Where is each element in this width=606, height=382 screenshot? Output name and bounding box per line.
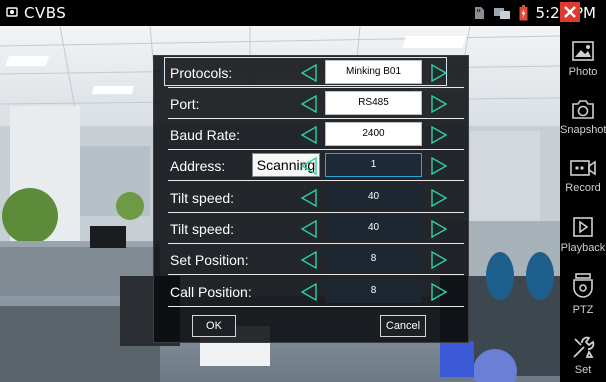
sidebar-label-ptz: PTZ [572, 304, 594, 316]
cvbs-icon [6, 7, 18, 17]
tools-icon [573, 336, 595, 358]
sidebar-label-record: Record [565, 182, 601, 194]
row-baud-rate: Baud Rate: 2400 [168, 120, 464, 150]
arrow-right-icon[interactable] [430, 95, 448, 113]
row-divider [168, 180, 464, 181]
status-bar: CVBS 5:24 PM [0, 0, 606, 26]
sidebar-label-photo: Photo [568, 66, 598, 78]
protocols-label: Protocols: [170, 65, 233, 81]
arrow-right-icon[interactable] [430, 64, 448, 82]
row-tilt-speed-2: Tilt speed: 40 [168, 214, 464, 244]
sidebar-label-playback: Playback [560, 242, 606, 254]
photo-icon [572, 41, 594, 61]
battery-icon [519, 5, 528, 21]
playback-icon [573, 217, 593, 237]
sidebar-item-playback[interactable]: Playback [560, 214, 606, 254]
arrow-right-icon[interactable] [430, 157, 448, 175]
call-position-label: Call Position: [170, 284, 252, 300]
tilt-speed-value[interactable]: 40 [325, 216, 422, 240]
baud-rate-label: Baud Rate: [170, 127, 241, 143]
row-divider [168, 306, 464, 307]
arrow-left-icon[interactable] [300, 283, 318, 301]
row-divider [168, 149, 464, 150]
arrow-right-icon[interactable] [430, 189, 448, 207]
baud-rate-value[interactable]: 2400 [325, 122, 422, 146]
row-port: Port: RS485 [168, 89, 464, 119]
cancel-button[interactable]: Cancel [380, 315, 426, 337]
arrow-left-icon[interactable] [300, 157, 318, 175]
call-position-value[interactable]: 8 [325, 279, 422, 303]
sidebar-item-ptz[interactable]: PTZ [560, 272, 606, 316]
row-call-position: Call Position: 8 [168, 277, 464, 307]
sidebar-label-set: Set [574, 364, 592, 376]
sidebar-label-snapshot: Snapshot [560, 124, 606, 136]
row-divider [168, 87, 464, 88]
protocols-value[interactable]: Minking B01 [325, 60, 422, 84]
ptz-settings-dialog: Protocols: Minking B01 Port: RS485 Baud … [153, 55, 469, 343]
arrow-left-icon[interactable] [300, 251, 318, 269]
port-value[interactable]: RS485 [325, 91, 422, 115]
sd-card-icon [474, 7, 484, 19]
set-position-value[interactable]: 8 [325, 247, 422, 271]
row-tilt-speed: Tilt speed: 40 [168, 183, 464, 213]
sidebar-item-snapshot[interactable]: Snapshot [560, 96, 606, 136]
arrow-left-icon[interactable] [300, 64, 318, 82]
arrow-left-icon[interactable] [300, 220, 318, 238]
tilt-speed-label: Tilt speed: [170, 190, 235, 206]
sidebar-item-record[interactable]: Record [560, 156, 606, 194]
ptz-camera-icon [573, 273, 593, 298]
ok-button[interactable]: OK [192, 315, 236, 337]
tilt-speed-value[interactable]: 40 [325, 185, 422, 209]
arrow-right-icon[interactable] [430, 251, 448, 269]
tilt-speed-label: Tilt speed: [170, 221, 235, 237]
set-position-label: Set Position: [170, 252, 249, 268]
sidebar-item-set[interactable]: Set [560, 334, 606, 376]
row-divider [168, 118, 464, 119]
arrow-left-icon[interactable] [300, 126, 318, 144]
record-icon [570, 160, 596, 176]
camera-icon [572, 100, 594, 119]
row-divider [168, 212, 464, 213]
arrow-left-icon[interactable] [300, 95, 318, 113]
arrow-left-icon[interactable] [300, 189, 318, 207]
row-set-position: Set Position: 8 [168, 245, 464, 275]
port-label: Port: [170, 96, 200, 112]
row-divider [168, 274, 464, 275]
arrow-right-icon[interactable] [430, 283, 448, 301]
sidebar: Photo Snapshot Record Playback PTZ Set [560, 2, 606, 382]
app-title: CVBS [24, 4, 67, 22]
network-icon [493, 8, 510, 19]
close-icon[interactable] [560, 2, 580, 22]
row-address: Address: Scanning 1 [168, 151, 464, 181]
arrow-right-icon[interactable] [430, 126, 448, 144]
address-label: Address: [170, 158, 226, 174]
row-protocols: Protocols: Minking B01 [164, 57, 464, 88]
arrow-right-icon[interactable] [430, 220, 448, 238]
address-input[interactable]: 1 [325, 153, 422, 177]
screen: CVBS 5:24 PM Photo Snapshot Record Playb… [0, 0, 606, 382]
row-divider [168, 243, 464, 244]
sidebar-item-photo[interactable]: Photo [560, 38, 606, 78]
